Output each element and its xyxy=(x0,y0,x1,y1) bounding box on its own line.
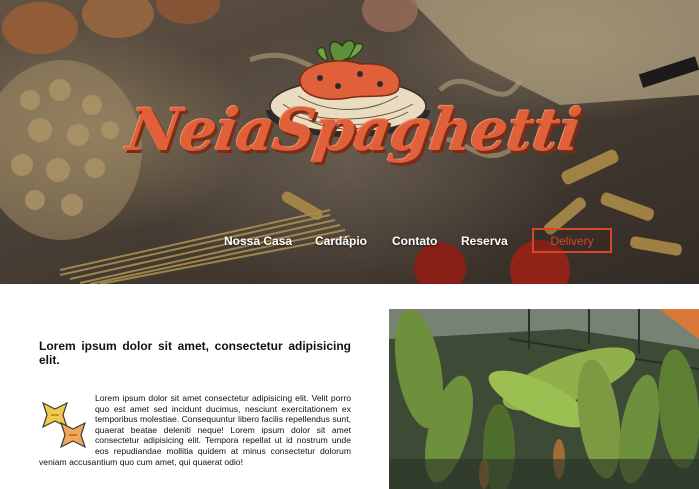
delivery-button[interactable]: Delivery xyxy=(532,228,612,253)
main-nav: Nossa Casa Cardápio Contato Reserva Deli… xyxy=(0,228,699,254)
hero-banner: NeiaSpaghetti Nossa Casa Cardápio Contat… xyxy=(0,0,699,284)
plants-image xyxy=(389,309,699,489)
nav-link-nossa-casa[interactable]: Nossa Casa xyxy=(224,234,292,248)
restaurant-plants-photo xyxy=(389,309,699,489)
brand-logo-text: NeiaSpaghetti xyxy=(123,96,585,164)
farfalle-pasta-icon xyxy=(41,401,87,449)
nav-link-reserva[interactable]: Reserva xyxy=(461,234,508,248)
brand-logo[interactable]: NeiaSpaghetti xyxy=(123,34,585,214)
nav-link-contato[interactable]: Contato xyxy=(392,234,437,248)
section-paragraph-block: Lorem ipsum dolor sit amet consectetur a… xyxy=(39,393,351,467)
section-heading: Lorem ipsum dolor sit amet, consectetur … xyxy=(39,339,351,367)
nav-link-cardapio[interactable]: Cardápio xyxy=(315,234,367,248)
